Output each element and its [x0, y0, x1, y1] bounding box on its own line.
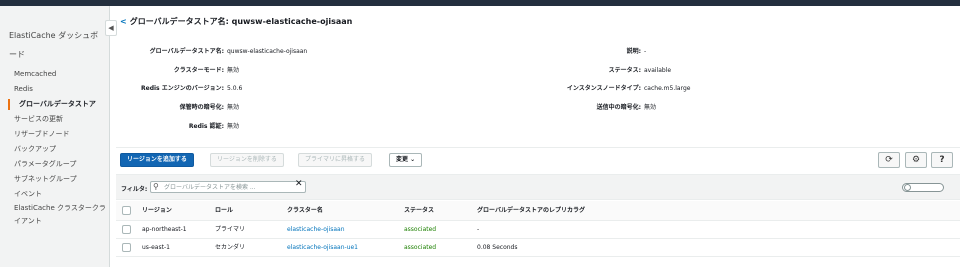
- sidebar-item-cluster-client[interactable]: ElastiCache クラスタークライアント: [0, 202, 110, 232]
- page-title: < グローバルデータストア名: quwsw-elasticache-ojisaan: [120, 16, 352, 27]
- search-input[interactable]: [164, 182, 291, 192]
- detail-value: -: [644, 48, 647, 55]
- detail-value: available: [644, 67, 672, 74]
- sidebar-item-memcached[interactable]: Memcached: [0, 67, 110, 82]
- divider: [116, 147, 960, 148]
- detail-description-value: -: [644, 46, 646, 58]
- cell-replica-lag: 0.08 Seconds: [477, 244, 518, 251]
- column-header-role[interactable]: ロール: [215, 201, 233, 221]
- column-header-cluster-name[interactable]: クラスター名: [287, 201, 323, 221]
- table-row[interactable]: ap-northeast-1 プライマリ elasticache-ojisaan…: [116, 221, 960, 239]
- detail-label: グローバルデータストア名:: [149, 48, 224, 55]
- table-row[interactable]: us-east-1 セカンダリ elasticache-ojisaan-ue1 …: [116, 239, 960, 257]
- row-checkbox[interactable]: [122, 225, 131, 234]
- detail-value: 無効: [644, 104, 657, 111]
- sidebar-item-global-datastore[interactable]: グローバルデータストア: [0, 97, 110, 112]
- cell-replica-lag: -: [477, 226, 480, 233]
- detail-label: Redis 認証:: [188, 123, 224, 130]
- detail-node-type-value: cache.m5.large: [644, 83, 690, 95]
- select-all-checkbox[interactable]: [122, 206, 131, 215]
- gear-icon[interactable]: ⚙: [905, 152, 927, 168]
- sidebar-nav: Memcached Redis グローバルデータストア サービスの更新 リザーブ…: [0, 67, 110, 232]
- detail-in-transit-encryption-row: 送信中の暗号化:: [516, 102, 641, 114]
- sidebar-item-redis[interactable]: Redis: [0, 82, 110, 97]
- cell-cluster-name-link[interactable]: elasticache-ojisaan: [287, 221, 345, 239]
- table-header: リージョン ロール クラスター名 ステータス グローバルデータストアのレプリカラ…: [116, 201, 960, 221]
- cell-region: ap-northeast-1: [142, 226, 187, 233]
- column-header-replica-lag[interactable]: グローバルデータストアのレプリカラグ: [477, 201, 585, 221]
- detail-node-type-row: インスタンスノードタイプ:: [516, 83, 641, 95]
- main-content: < グローバルデータストア名: quwsw-elasticache-ojisaan…: [116, 6, 960, 267]
- detail-engine-version-value: 5.0.6: [227, 83, 242, 95]
- detail-value: 5.0.6: [227, 85, 243, 92]
- view-toggle[interactable]: [902, 183, 944, 192]
- detail-cluster-mode-value: 無効: [227, 65, 239, 77]
- remove-region-button[interactable]: リージョンを削除する: [210, 153, 284, 167]
- detail-label: 説明:: [626, 48, 641, 55]
- sidebar-title[interactable]: ElastiCache ダッシュボード: [9, 26, 105, 64]
- detail-redis-auth-value: 無効: [227, 121, 239, 133]
- detail-status-row: ステータス:: [516, 65, 641, 77]
- sidebar-item-backups[interactable]: バックアップ: [0, 142, 110, 157]
- row-checkbox[interactable]: [122, 243, 131, 252]
- detail-in-transit-encryption-value: 無効: [644, 102, 656, 114]
- detail-name-row: グローバルデータストア名:: [116, 46, 224, 58]
- sidebar: ElastiCache ダッシュボード Memcached Redis グローバ…: [0, 6, 110, 267]
- detail-value: 無効: [227, 123, 240, 130]
- regions-table: リージョン ロール クラスター名 ステータス グローバルデータストアのレプリカラ…: [116, 201, 960, 257]
- detail-label: 送信中の暗号化:: [596, 104, 641, 111]
- detail-value: 無効: [227, 67, 240, 74]
- detail-status-value: available: [644, 65, 671, 77]
- detail-at-rest-encryption-value: 無効: [227, 102, 239, 114]
- sidebar-item-events[interactable]: イベント: [0, 187, 110, 202]
- column-header-region[interactable]: リージョン: [142, 201, 172, 221]
- cell-role: セカンダリ: [215, 244, 246, 251]
- detail-description-row: 説明:: [516, 46, 641, 58]
- cell-status: associated: [404, 244, 437, 251]
- refresh-icon[interactable]: ⟳: [878, 152, 900, 168]
- column-header-status[interactable]: ステータス: [404, 201, 434, 221]
- cell-region: us-east-1: [142, 244, 170, 251]
- search-icon: ⚲: [153, 182, 159, 191]
- sidebar-item-service-updates[interactable]: サービスの更新: [0, 112, 110, 127]
- detail-label: クラスターモード:: [173, 67, 224, 74]
- detail-value: 無効: [227, 104, 240, 111]
- filter-box[interactable]: ⚲: [150, 181, 306, 193]
- promote-primary-button[interactable]: プライマリに昇格する: [298, 153, 373, 167]
- clear-filter-icon[interactable]: ✕: [295, 179, 303, 189]
- help-icon[interactable]: ?: [931, 152, 953, 168]
- detail-name-value: quwsw-elasticache-ojisaan: [227, 46, 307, 58]
- sidebar-item-parameter-groups[interactable]: パラメータグループ: [0, 157, 110, 172]
- toggle-knob: [904, 184, 911, 191]
- filter-label: フィルタ:: [121, 186, 148, 193]
- page-title-text: グローバルデータストア名: quwsw-elasticache-ojisaan: [129, 17, 353, 26]
- back-icon[interactable]: <: [120, 17, 127, 26]
- filter-bar: フィルタ: ⚲ ✕: [116, 174, 960, 200]
- modify-dropdown-button[interactable]: 変更 ⌄: [389, 153, 423, 167]
- detail-value: cache.m5.large: [644, 85, 691, 92]
- sidebar-item-subnet-groups[interactable]: サブネットグループ: [0, 172, 110, 187]
- sidebar-item-reserved-nodes[interactable]: リザーブドノード: [0, 127, 110, 142]
- detail-redis-auth-row: Redis 認証:: [116, 121, 224, 133]
- add-region-button[interactable]: リージョンを追加する: [120, 153, 194, 167]
- detail-engine-version-row: Redis エンジンのバージョン:: [116, 83, 224, 95]
- detail-label: ステータス:: [608, 67, 641, 74]
- detail-label: 保管時の暗号化:: [179, 104, 224, 111]
- detail-label: Redis エンジンのバージョン:: [141, 85, 224, 92]
- detail-cluster-mode-row: クラスターモード:: [116, 65, 224, 77]
- detail-value: quwsw-elasticache-ojisaan: [227, 48, 308, 55]
- cell-cluster-name-link[interactable]: elasticache-ojisaan-ue1: [287, 239, 358, 257]
- detail-label: インスタンスノードタイプ:: [566, 85, 641, 92]
- detail-at-rest-encryption-row: 保管時の暗号化:: [116, 102, 224, 114]
- cell-status: associated: [404, 226, 437, 233]
- cell-role: プライマリ: [215, 226, 246, 233]
